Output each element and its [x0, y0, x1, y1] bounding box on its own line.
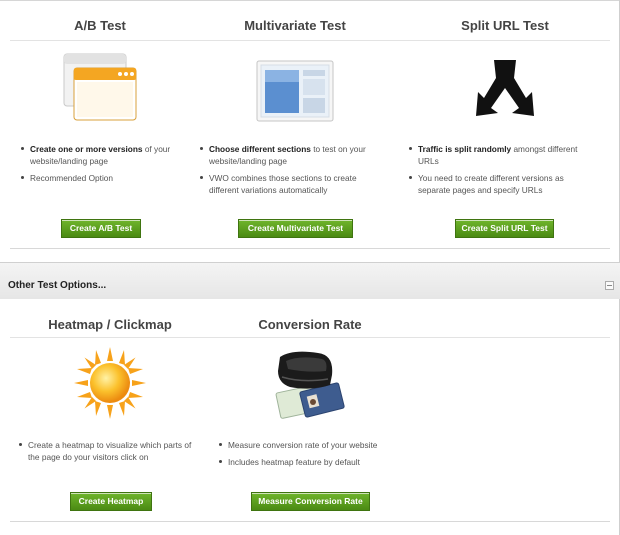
top-panel-bottom-rule: [10, 248, 610, 249]
test-types-panel: A/B Test Create one or more versions of …: [0, 0, 620, 262]
split-arrows-icon: [476, 60, 534, 116]
heatmap-bullets: Create a heatmap to visualize which part…: [18, 439, 198, 468]
conversion-rate-column: Conversion Rate: [220, 315, 400, 335]
create-multivariate-test-button[interactable]: Create Multivariate Test: [238, 219, 353, 238]
heatmap-title: Heatmap / Clickmap: [48, 317, 172, 332]
ab-test-column: A/B Test: [10, 16, 190, 36]
other-test-options-title: Other Test Options...: [8, 280, 107, 291]
measure-conversion-rate-button[interactable]: Measure Conversion Rate: [251, 492, 370, 511]
other-test-options-bar[interactable]: Other Test Options...: [0, 262, 620, 300]
list-item: Recommended Option: [20, 172, 180, 184]
multivariate-column: Multivariate Test: [205, 16, 385, 36]
split-url-column: Split URL Test: [415, 16, 595, 36]
multivariate-rule: [200, 40, 405, 41]
list-item: Create a heatmap to visualize which part…: [18, 439, 198, 463]
bottom-panel-rule: [10, 521, 610, 522]
top-border: [0, 0, 620, 1]
window-icon: [63, 53, 137, 121]
multivariate-bullets: Choose different sections to test on you…: [199, 143, 379, 201]
conversion-rate-bullets: Measure conversion rate of your website …: [218, 439, 408, 473]
list-item: Traffic is split randomly amongst differ…: [408, 143, 588, 167]
list-item: Includes heatmap feature by default: [218, 456, 408, 468]
other-tests-panel: Heatmap / Clickmap Create a heatmap to v…: [0, 299, 620, 535]
split-url-bullets: Traffic is split randomly amongst differ…: [408, 143, 588, 201]
sun-icon: [74, 347, 146, 419]
browser-sections-icon: [256, 60, 334, 122]
list-item: Measure conversion rate of your website: [218, 439, 408, 451]
ab-test-title: A/B Test: [74, 18, 126, 33]
heatmap-rule: [10, 337, 210, 338]
list-item: Choose different sections to test on you…: [199, 143, 379, 167]
ab-test-rule: [10, 40, 200, 41]
collapse-icon[interactable]: [605, 281, 614, 290]
wallet-icon: [275, 351, 345, 419]
multivariate-title: Multivariate Test: [244, 18, 346, 33]
conversion-rate-title: Conversion Rate: [258, 317, 362, 332]
create-ab-test-button[interactable]: Create A/B Test: [61, 219, 141, 238]
create-heatmap-button[interactable]: Create Heatmap: [70, 492, 152, 511]
list-item: Create one or more versions of your webs…: [20, 143, 180, 167]
ab-test-bullets: Create one or more versions of your webs…: [20, 143, 180, 189]
list-item: VWO combines those sections to create di…: [199, 172, 379, 196]
heatmap-column: Heatmap / Clickmap: [20, 315, 200, 335]
list-item: You need to create different versions as…: [408, 172, 588, 196]
split-url-rule: [405, 40, 610, 41]
conversion-rate-rule: [210, 337, 610, 338]
split-url-title: Split URL Test: [461, 18, 549, 33]
create-split-url-test-button[interactable]: Create Split URL Test: [455, 219, 554, 238]
